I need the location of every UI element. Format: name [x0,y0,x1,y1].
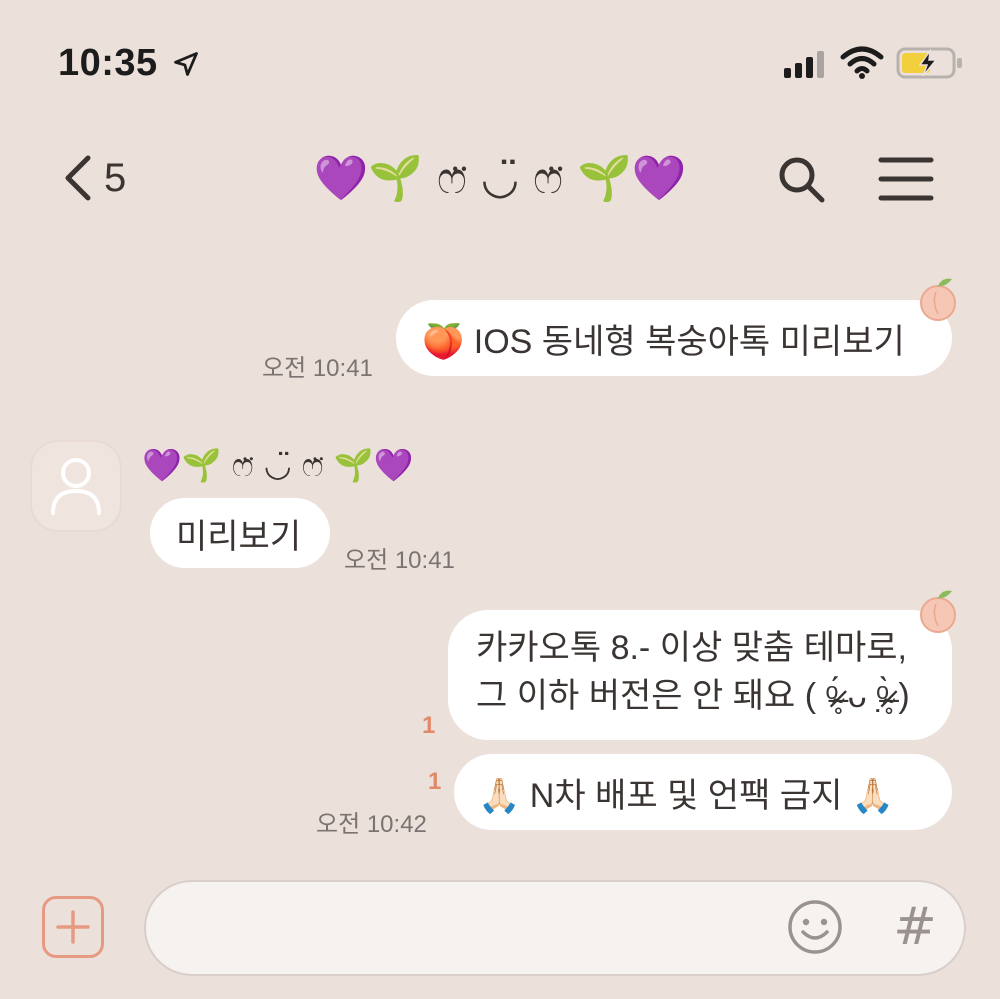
outgoing-message-bubble[interactable]: 카카오톡 8.- 이상 맞춤 테마로, 그 이하 버전은 안 돼요 ( ᵒ̴̶̷… [448,610,952,740]
chevron-left-icon [65,155,91,201]
outgoing-message-bubble[interactable]: 🍑 IOS 동네형 복숭아톡 미리보기 [396,300,952,376]
status-time: 10:35 [58,42,158,84]
message-input[interactable] [180,908,780,952]
unread-count: 1 [428,768,442,795]
wifi-icon [840,46,884,79]
message-time: 오전 10:42 [316,811,427,838]
sender-name: 💜🌱 ෆ̈ ◡̈ ෆ̈ 🌱💜 [142,445,414,484]
peach-sticker-icon [920,278,956,321]
user-profile-icon [51,458,101,515]
hashtag-search-button[interactable]: # [890,898,940,956]
message-line: 그 이하 버전은 안 돼요 ( ᵒ̴̶̷̥́ ᴗ ᵒ̴̶̷̣̥̀ ) [476,677,910,715]
attach-plus-button[interactable] [42,896,104,958]
chat-room-title: 💜🌱 ෆ̈ ◡̈ ෆ̈ 🌱💜 [313,153,687,204]
cellular-signal-icon [784,50,824,78]
back-button[interactable]: 5 [60,152,126,204]
battery-charging-icon [896,47,962,79]
incoming-message-bubble[interactable]: 미리보기 [150,498,330,568]
avatar[interactable] [30,440,122,532]
message-line: 카카오톡 8.- 이상 맞춤 테마로, [476,629,907,667]
message-time: 오전 10:41 [344,547,455,574]
outgoing-message-bubble[interactable]: 🙏🏻 N차 배포 및 언팩 금지 🙏🏻 [454,754,952,830]
hamburger-menu-icon[interactable] [878,152,934,208]
location-arrow-icon [174,52,198,76]
plus-icon [56,910,90,944]
message-time: 오전 10:41 [262,355,373,382]
unread-count: 1 [422,712,436,739]
emoji-smile-icon[interactable] [786,898,844,956]
search-icon[interactable] [774,152,830,208]
peach-sticker-icon [920,590,956,633]
back-unread-count: 5 [104,155,127,200]
